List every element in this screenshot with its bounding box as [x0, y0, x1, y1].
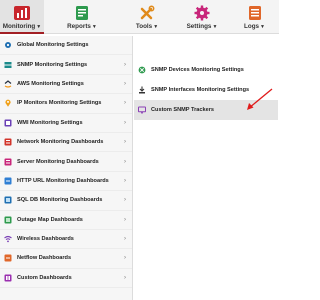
netflow-icon — [4, 254, 12, 262]
network-icon — [4, 138, 12, 146]
menu-item-server-monitoring-dashboards[interactable]: Server Monitoring Dashboards › — [0, 152, 132, 172]
menu-item-sql-db-monitoring-dashboards[interactable]: SQL DB Monitoring Dashboards › — [0, 191, 132, 211]
chevron-right-icon: › — [124, 216, 126, 223]
menu-item-label: IP Monitors Monitoring Settings — [17, 100, 102, 107]
menu-item-netflow-dashboards[interactable]: Netflow Dashboards › — [0, 249, 132, 269]
menu-item-label: Wireless Dashboards — [17, 236, 74, 243]
menu-item-label: Global Monitoring Settings — [17, 42, 89, 49]
menu-item-label: SNMP Monitoring Settings — [17, 61, 88, 68]
menu-item-label: AWS Monitoring Settings — [17, 80, 84, 87]
chevron-right-icon: › — [124, 139, 126, 146]
menu-item-aws-monitoring-settings[interactable]: AWS Monitoring Settings › — [0, 75, 132, 95]
nav-tools[interactable]: Tools▼ — [120, 0, 174, 34]
http-icon — [4, 177, 12, 185]
nav-logs[interactable]: Logs▼ — [230, 0, 279, 34]
monitoring-menu: Global Monitoring Settings SNMP Monitori… — [0, 36, 133, 300]
chevron-right-icon: › — [124, 158, 126, 165]
database-icon — [4, 196, 12, 204]
menu-item-label: Custom Dashboards — [17, 274, 72, 281]
chevron-right-icon: › — [124, 274, 126, 281]
menu-item-label: SQL DB Monitoring Dashboards — [17, 197, 103, 204]
tools-icon — [137, 4, 157, 21]
menu-item-global-monitoring-settings[interactable]: Global Monitoring Settings — [0, 36, 132, 56]
nav-label-reports: Reports — [67, 23, 91, 30]
gear-icon — [4, 41, 12, 49]
chevron-down-icon: ▼ — [153, 24, 159, 30]
chevron-down-icon: ▼ — [212, 24, 218, 30]
chevron-right-icon: › — [124, 61, 126, 68]
snmp-devices-icon — [138, 66, 146, 74]
menu-item-snmp-monitoring-settings[interactable]: SNMP Monitoring Settings › — [0, 55, 132, 75]
gear-icon — [192, 4, 212, 21]
nav-label-settings: Settings — [186, 23, 212, 30]
menu-item-network-monitoring-dashboards[interactable]: Network Monitoring Dashboards › — [0, 133, 132, 153]
logs-icon — [245, 4, 265, 21]
chevron-down-icon: ▼ — [36, 24, 42, 30]
chevron-right-icon: › — [124, 255, 126, 262]
menu-item-label: Server Monitoring Dashboards — [17, 158, 99, 165]
nav-label-logs: Logs — [244, 23, 260, 30]
nav-reports[interactable]: Reports▼ — [44, 0, 120, 34]
nav-label-tools: Tools — [135, 23, 153, 30]
snmp-icon — [4, 61, 12, 69]
top-navigation: Monitoring▼ Reports▼ Tools▼ Settings▼ Lo… — [0, 0, 279, 34]
nav-monitoring[interactable]: Monitoring▼ — [0, 0, 44, 34]
nav-label-monitoring: Monitoring — [2, 23, 36, 30]
chevron-right-icon: › — [124, 119, 126, 126]
wifi-icon — [4, 235, 12, 243]
monitor-icon — [138, 106, 146, 114]
chevron-right-icon: › — [124, 80, 126, 87]
chevron-right-icon: › — [124, 236, 126, 243]
wmi-icon — [4, 119, 12, 127]
server-icon — [4, 158, 12, 166]
menu-item-outage-map-dashboards[interactable]: Outage Map Dashboards › — [0, 211, 132, 230]
submenu-item-snmp-devices-monitoring-settings[interactable]: SNMP Devices Monitoring Settings — [134, 60, 278, 80]
menu-item-label: HTTP URL Monitoring Dashboards — [17, 177, 109, 184]
chevron-down-icon: ▼ — [91, 24, 97, 30]
nav-settings[interactable]: Settings▼ — [174, 0, 230, 34]
menu-item-label: WMI Monitoring Settings — [17, 119, 83, 126]
aws-icon — [4, 80, 12, 88]
chevron-down-icon: ▼ — [260, 24, 265, 30]
menu-item-label: Network Monitoring Dashboards — [17, 139, 104, 146]
menu-item-label: Netflow Dashboards — [17, 255, 72, 262]
submenu-item-label: Custom SNMP Trackers — [151, 107, 215, 113]
menu-item-custom-dashboards[interactable]: Custom Dashboards › — [0, 269, 132, 289]
submenu-item-label: SNMP Devices Monitoring Settings — [151, 67, 244, 73]
menu-item-ip-monitors-monitoring-settings[interactable]: IP Monitors Monitoring Settings › — [0, 94, 132, 114]
menu-item-wireless-dashboards[interactable]: Wireless Dashboards › — [0, 230, 132, 250]
menu-item-wmi-monitoring-settings[interactable]: WMI Monitoring Settings › — [0, 114, 132, 133]
chevron-right-icon: › — [124, 177, 126, 184]
snmp-interfaces-icon — [138, 86, 146, 94]
ip-pin-icon — [4, 99, 12, 108]
report-icon — [72, 4, 92, 21]
annotation-arrow-icon — [247, 88, 273, 110]
custom-dashboard-icon — [4, 274, 12, 282]
chevron-right-icon: › — [124, 100, 126, 107]
submenu-item-label: SNMP Interfaces Monitoring Settings — [151, 87, 250, 93]
menu-item-http-url-monitoring-dashboards[interactable]: HTTP URL Monitoring Dashboards › — [0, 172, 132, 192]
menu-item-label: Outage Map Dashboards — [17, 216, 83, 223]
bar-chart-icon — [12, 4, 32, 21]
chevron-right-icon: › — [124, 197, 126, 204]
map-icon — [4, 216, 12, 224]
